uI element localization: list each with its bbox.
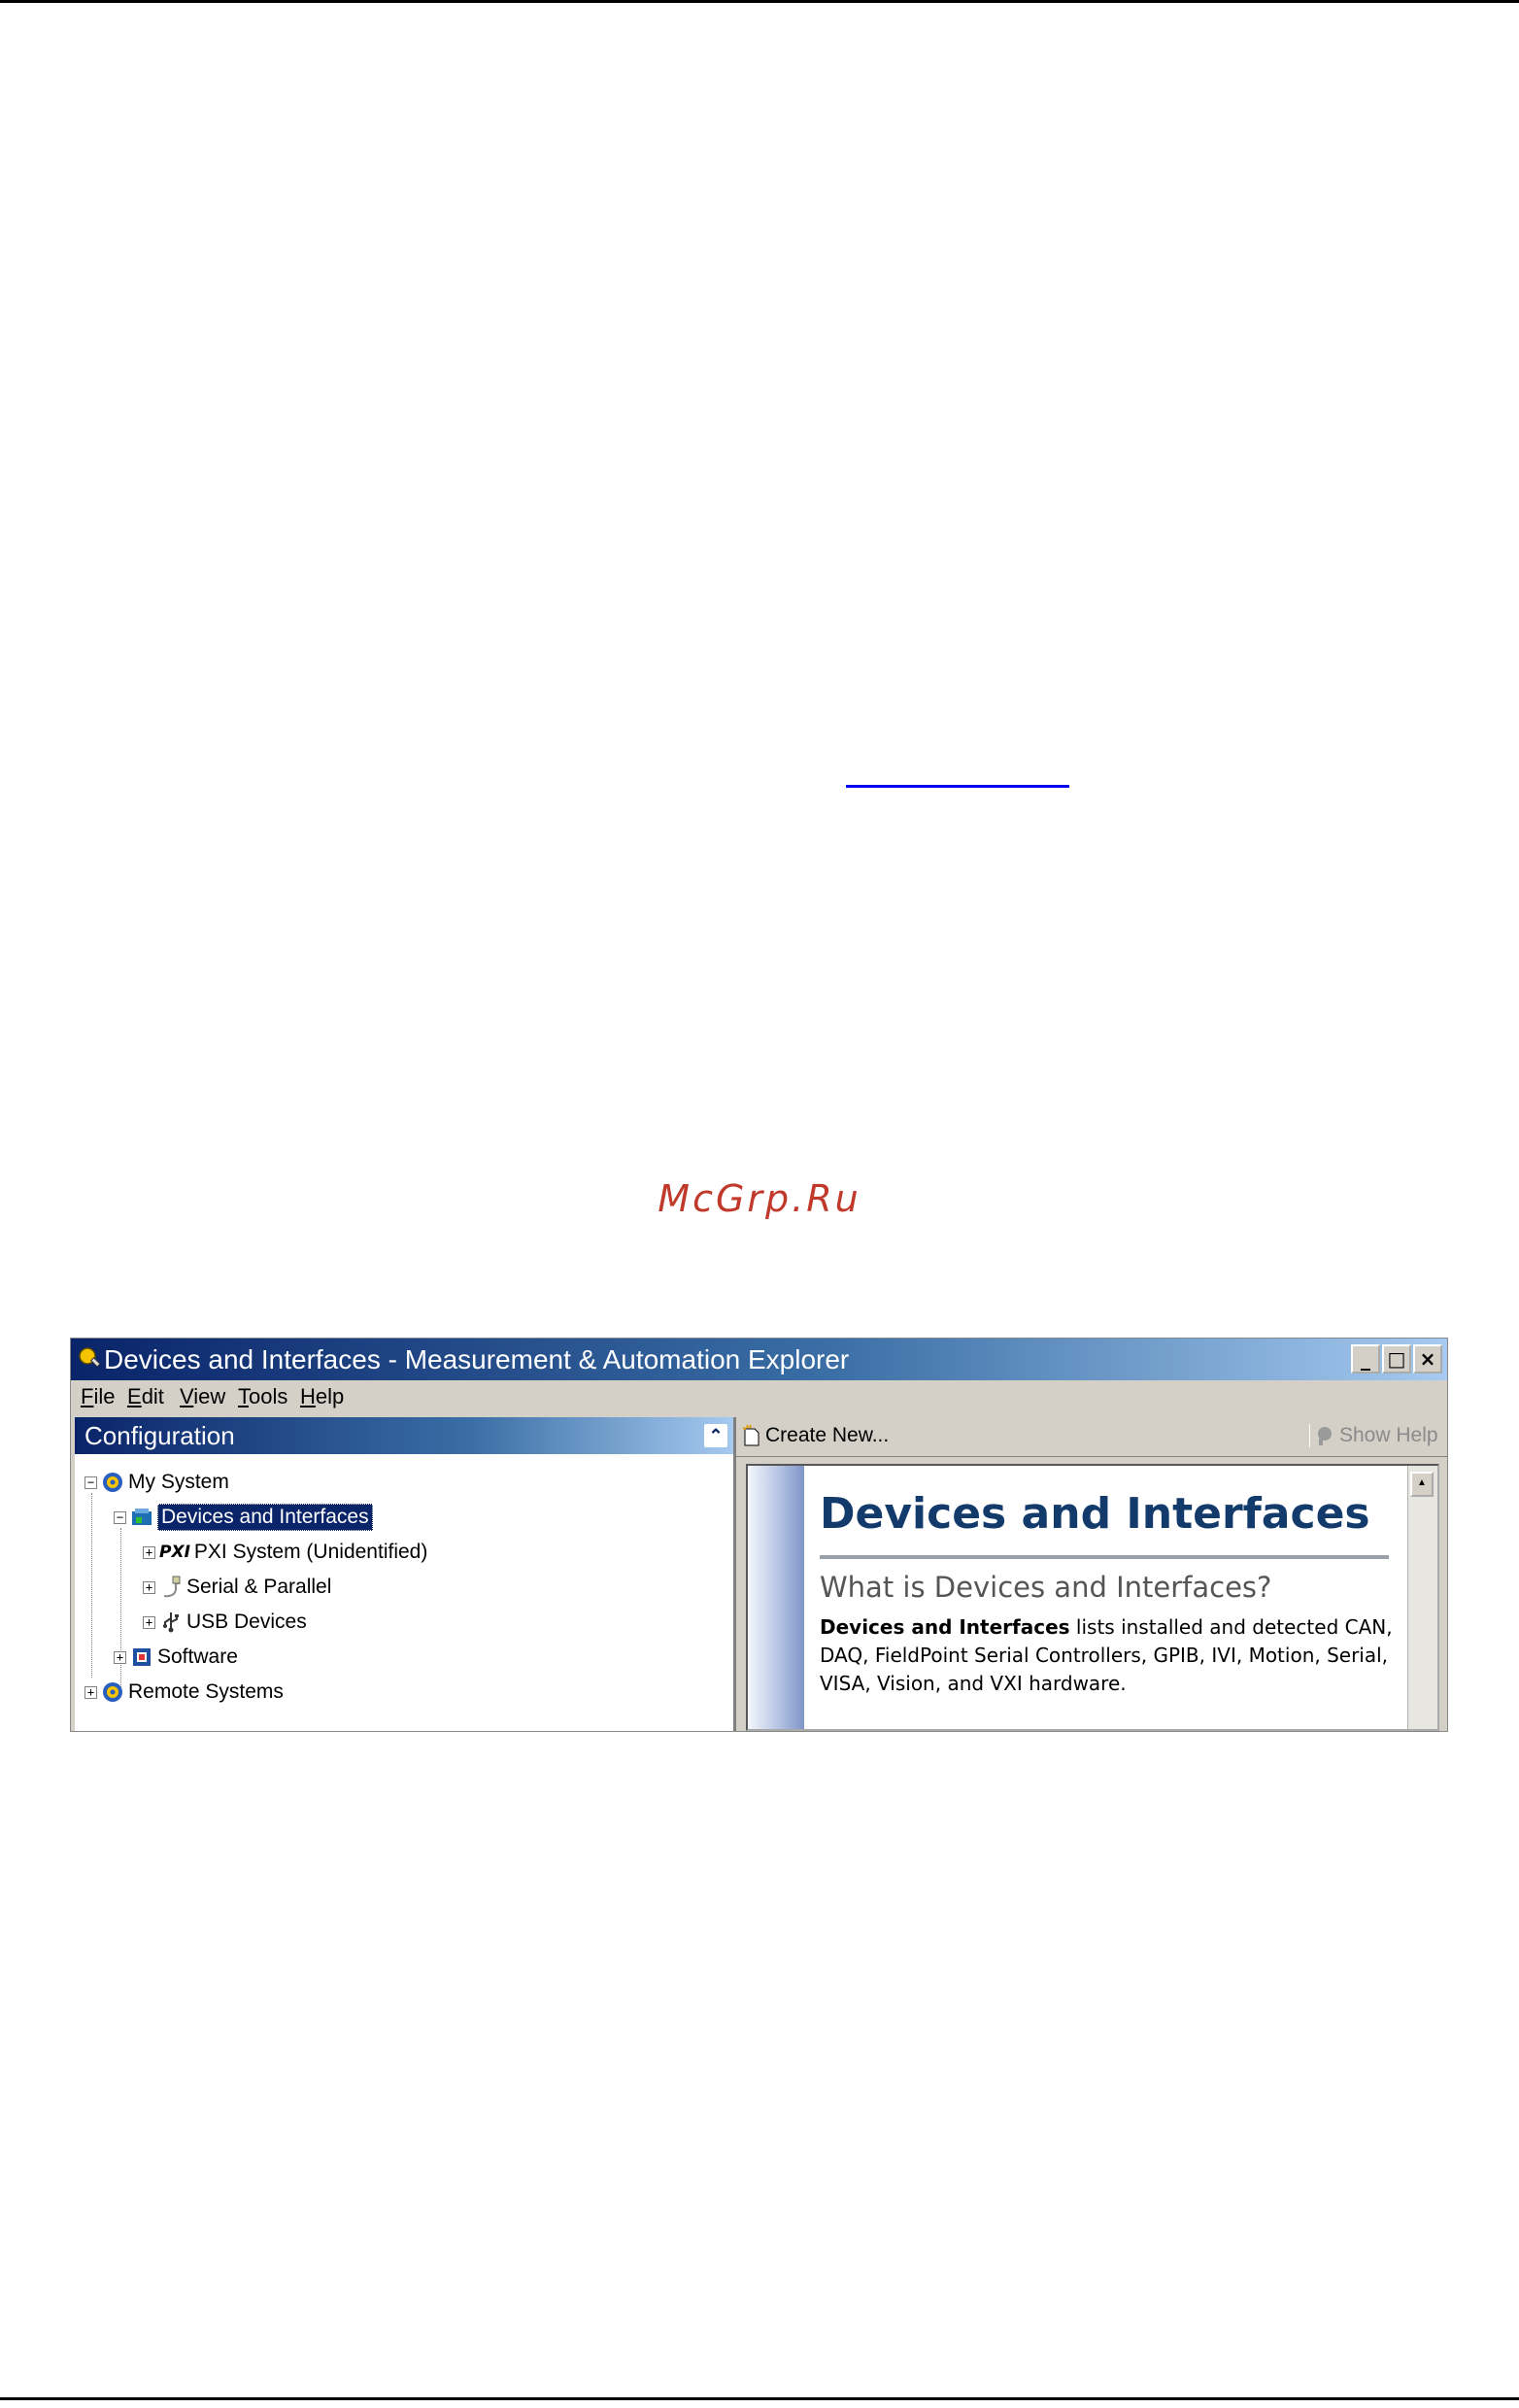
tree-item-label-selected: Devices and Interfaces bbox=[157, 1504, 373, 1531]
watermark-text: McGrp.Ru bbox=[658, 1177, 861, 1220]
help-body-term: Devices and Interfaces bbox=[820, 1615, 1070, 1639]
expand-toggle[interactable]: + bbox=[143, 1545, 155, 1559]
top-rule bbox=[0, 0, 1519, 3]
mae-window: Devices and Interfaces - Measurement & A… bbox=[70, 1338, 1448, 1732]
menu-view[interactable]: View bbox=[180, 1384, 225, 1409]
link-underline bbox=[846, 785, 1069, 788]
tree-item-label: Software bbox=[157, 1645, 238, 1668]
expand-toggle[interactable]: + bbox=[84, 1685, 97, 1699]
tree-item-label: USB Devices bbox=[186, 1611, 307, 1633]
help-pane: Create New... Show Help Devices and Inte… bbox=[736, 1417, 1447, 1731]
serial-cable-icon bbox=[163, 1576, 181, 1598]
collapse-toggle[interactable]: − bbox=[84, 1475, 97, 1489]
globe-icon bbox=[103, 1682, 122, 1702]
tree-item-label: My System bbox=[128, 1471, 229, 1493]
tree-item-pxi-system[interactable]: + PXI PXI System (Unidentified) bbox=[143, 1538, 427, 1567]
new-document-icon bbox=[742, 1424, 760, 1446]
help-body: Devices and Interfaces lists installed a… bbox=[820, 1613, 1402, 1698]
pxi-icon: PXI bbox=[159, 1543, 190, 1562]
show-help-label: Show Help bbox=[1339, 1424, 1438, 1446]
collapse-icon[interactable]: ⌃ bbox=[704, 1424, 727, 1447]
mae-app-icon bbox=[79, 1347, 101, 1368]
help-divider bbox=[820, 1555, 1389, 1559]
configuration-header: Configuration ⌃ bbox=[75, 1417, 733, 1454]
configuration-title: Configuration bbox=[84, 1421, 235, 1450]
help-subtitle: What is Devices and Interfaces? bbox=[820, 1571, 1272, 1604]
scroll-up-arrow-icon[interactable]: ▲ bbox=[1410, 1472, 1434, 1497]
tree-item-my-system[interactable]: − My System bbox=[84, 1468, 229, 1497]
software-icon bbox=[133, 1648, 151, 1666]
globe-icon bbox=[103, 1473, 122, 1492]
expand-toggle[interactable]: + bbox=[114, 1650, 126, 1664]
menu-tools[interactable]: Tools bbox=[238, 1384, 287, 1409]
collapse-toggle[interactable]: − bbox=[114, 1510, 126, 1524]
tree-item-usb-devices[interactable]: + USB Devices bbox=[143, 1608, 307, 1637]
menu-edit[interactable]: Edit bbox=[127, 1384, 164, 1409]
vertical-scrollbar[interactable]: ▲ bbox=[1407, 1466, 1437, 1729]
menu-help[interactable]: Help bbox=[300, 1384, 344, 1409]
tree-item-label: Remote Systems bbox=[128, 1680, 284, 1703]
configuration-pane: Configuration ⌃ − My System − Devices an… bbox=[75, 1417, 736, 1731]
tree-guide bbox=[91, 1493, 92, 1678]
show-help-button[interactable]: Show Help bbox=[1309, 1424, 1438, 1447]
create-new-label: Create New... bbox=[765, 1424, 890, 1446]
expand-toggle[interactable]: + bbox=[143, 1615, 155, 1629]
tree-item-devices-and-interfaces[interactable]: − Devices and Interfaces bbox=[114, 1503, 373, 1532]
decorative-gradient-bar bbox=[748, 1466, 804, 1729]
toolbar: Create New... Show Help bbox=[736, 1417, 1447, 1457]
create-new-button[interactable]: Create New... bbox=[742, 1424, 889, 1447]
close-button[interactable]: × bbox=[1413, 1344, 1442, 1374]
tree-item-remote-systems[interactable]: + Remote Systems bbox=[84, 1678, 284, 1707]
bottom-rule bbox=[0, 2397, 1519, 2400]
minimize-button[interactable]: _ bbox=[1351, 1344, 1380, 1374]
menu-bar: File Edit View Tools Help bbox=[71, 1380, 1447, 1413]
tree-item-serial-parallel[interactable]: + Serial & Parallel bbox=[143, 1573, 331, 1602]
tree-item-label: Serial & Parallel bbox=[186, 1576, 332, 1598]
usb-icon bbox=[163, 1612, 179, 1633]
help-content-frame: Devices and Interfaces What is Devices a… bbox=[746, 1464, 1439, 1731]
devices-icon bbox=[132, 1509, 152, 1525]
tree-item-label: PXI System (Unidentified) bbox=[193, 1541, 428, 1563]
help-title: Devices and Interfaces bbox=[820, 1489, 1370, 1539]
title-bar[interactable]: Devices and Interfaces - Measurement & A… bbox=[71, 1339, 1447, 1380]
menu-file[interactable]: File bbox=[81, 1384, 115, 1409]
maximize-button[interactable]: □ bbox=[1382, 1344, 1411, 1374]
help-icon bbox=[1318, 1427, 1332, 1445]
expand-toggle[interactable]: + bbox=[143, 1580, 155, 1594]
tree-item-software[interactable]: + Software bbox=[114, 1643, 238, 1672]
window-title: Devices and Interfaces - Measurement & A… bbox=[104, 1344, 850, 1374]
